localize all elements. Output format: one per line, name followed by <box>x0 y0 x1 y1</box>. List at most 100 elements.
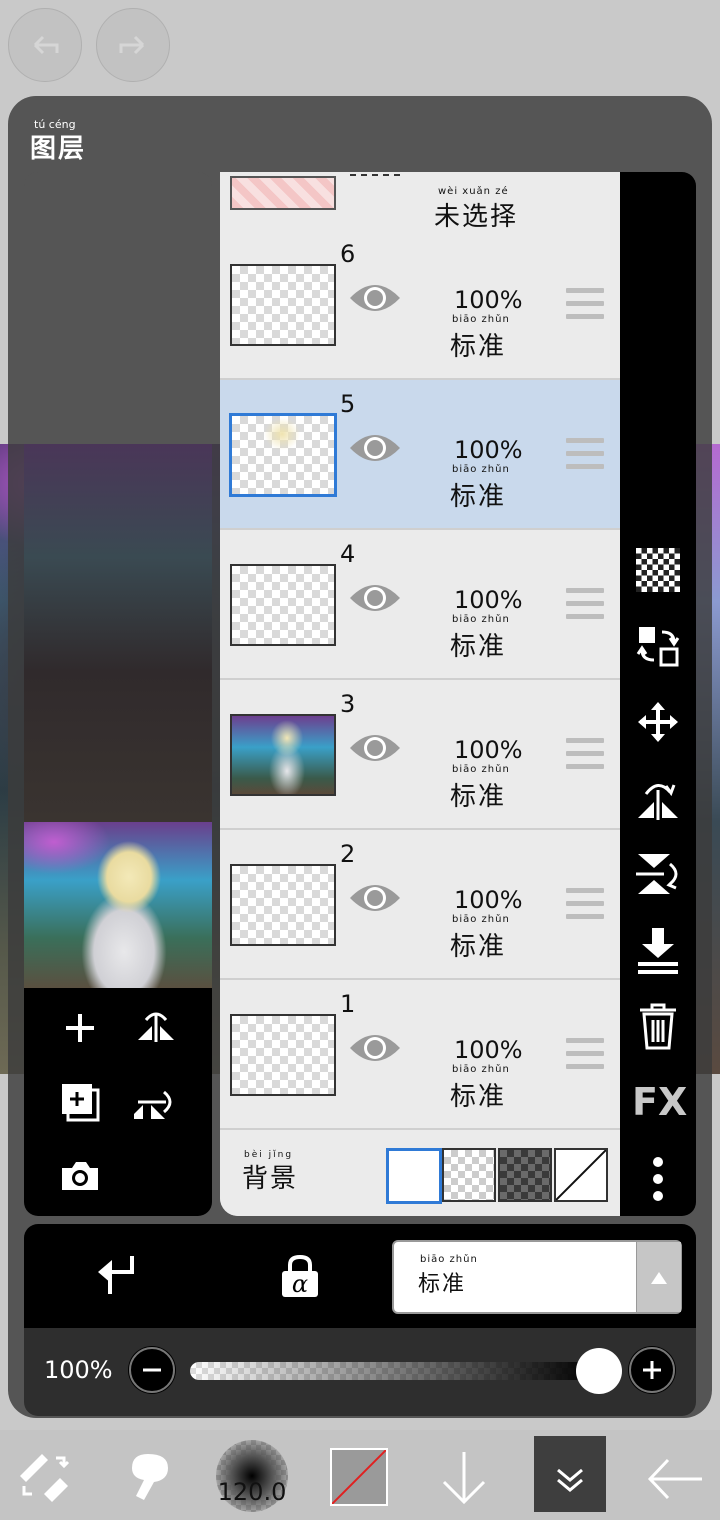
fx-button[interactable]: FX <box>632 1080 687 1124</box>
add-layer-icon[interactable] <box>62 1010 98 1046</box>
clipping-icon[interactable] <box>96 1254 136 1298</box>
layer-thumbnail <box>230 714 336 796</box>
layer-thumbnail <box>229 413 337 497</box>
blend-ruby: biāo zhǔn <box>452 464 510 475</box>
back-arrow-icon[interactable] <box>646 1456 704 1502</box>
eye-icon[interactable] <box>348 430 402 466</box>
layer-actions-panel <box>24 988 212 1216</box>
layer-thumbnail <box>230 564 336 646</box>
panel-title: 图层 <box>30 134 87 164</box>
blend-mode-select[interactable]: biāo zhǔn 标准 <box>392 1240 682 1314</box>
layer-row[interactable]: 1 100% biāo zhǔn 标准 <box>220 980 620 1130</box>
arrow-down-icon[interactable] <box>440 1450 488 1506</box>
drag-handle-icon[interactable] <box>566 288 604 320</box>
trash-icon[interactable] <box>638 1002 678 1050</box>
layer-opacity: 100% <box>454 886 523 914</box>
layer-number: 2 <box>340 840 356 868</box>
eye-icon[interactable] <box>348 580 402 616</box>
minus-icon <box>129 1347 175 1393</box>
layer-number: 6 <box>340 240 356 268</box>
background-label: 背景 <box>242 1164 299 1194</box>
blend-mode-value: 标准 <box>418 1272 467 1297</box>
duplicate-layer-icon[interactable] <box>58 1080 102 1124</box>
layer-blend-mode: 标准 <box>450 482 507 512</box>
redo-icon <box>119 35 145 55</box>
layer-thumbnail <box>230 864 336 946</box>
no-selection-label: 未选择 <box>434 202 519 232</box>
triangle-up-icon <box>651 1272 667 1284</box>
layer-opacity: 100% <box>454 586 523 614</box>
undo-icon <box>33 35 59 55</box>
undo-button[interactable] <box>8 8 82 82</box>
layer-opacity: 100% <box>454 736 523 764</box>
layer-row[interactable]: 6 100% biāo zhǔn 标准 <box>220 230 620 380</box>
redo-button[interactable] <box>96 8 170 82</box>
opacity-increase-button[interactable] <box>628 1346 676 1394</box>
eye-icon[interactable] <box>348 1030 402 1066</box>
layer-row[interactable]: 3 100% biāo zhǔn 标准 <box>220 680 620 830</box>
more-options-icon[interactable] <box>650 1156 666 1202</box>
merge-down-icon[interactable] <box>636 926 680 974</box>
layer-thumbnail <box>230 1014 336 1096</box>
brush-eraser-toggle-icon[interactable] <box>16 1450 72 1502</box>
smudge-tool-icon[interactable] <box>124 1450 172 1506</box>
background-transparent-option[interactable] <box>442 1148 496 1202</box>
canvas-thumbnail <box>24 822 212 988</box>
layer-thumbnail <box>230 176 336 210</box>
blend-ruby: biāo zhǔn <box>452 1064 510 1075</box>
no-color-slash-icon <box>332 1450 386 1504</box>
drag-handle-icon[interactable] <box>566 738 604 770</box>
background-none-option[interactable] <box>554 1148 608 1202</box>
drag-handle-icon[interactable] <box>566 1038 604 1070</box>
blend-ruby: biāo zhǔn <box>452 314 510 325</box>
background-dark-option[interactable] <box>498 1148 552 1202</box>
blend-ruby: biāo zhǔn <box>452 914 510 925</box>
layer-number: 1 <box>340 990 356 1018</box>
layer-opacity: 100% <box>454 1036 523 1064</box>
blend-mode-dropdown-button[interactable] <box>636 1242 681 1312</box>
selection-marker <box>350 174 400 179</box>
layer-blend-mode: 标准 <box>450 932 507 962</box>
layer-row[interactable]: 2 100% biāo zhǔn 标准 <box>220 830 620 980</box>
background-white-option[interactable] <box>386 1148 442 1204</box>
transparency-icon[interactable] <box>636 548 680 592</box>
flip-horizontal-icon[interactable] <box>634 774 682 822</box>
layer-opacity: 100% <box>454 286 523 314</box>
layer-blend-mode: 标准 <box>450 1082 507 1112</box>
alpha-lock-icon[interactable]: α <box>280 1254 320 1298</box>
drag-handle-icon[interactable] <box>566 588 604 620</box>
swap-layers-icon[interactable] <box>636 624 680 668</box>
eye-icon[interactable] <box>348 730 402 766</box>
layer-row[interactable]: 4 100% biāo zhǔn 标准 <box>220 530 620 680</box>
svg-text:α: α <box>292 1270 308 1298</box>
camera-icon[interactable] <box>58 1158 102 1194</box>
brush-size-button[interactable]: 120.0 <box>216 1440 288 1512</box>
layer-number: 5 <box>340 390 356 418</box>
drag-handle-icon[interactable] <box>566 888 604 920</box>
layer-row-selected[interactable]: 5 100% biāo zhǔn 标准 <box>220 380 620 530</box>
layers-panel-toggle-button[interactable] <box>534 1436 606 1512</box>
flip-vertical-icon[interactable] <box>134 1080 178 1124</box>
opacity-slider-track[interactable] <box>190 1362 594 1380</box>
layer-blend-mode: 标准 <box>450 632 507 662</box>
plus-icon <box>629 1347 675 1393</box>
eye-icon[interactable] <box>348 280 402 316</box>
blend-ruby: biāo zhǔn <box>452 614 510 625</box>
flip-horizontal-icon[interactable] <box>134 1006 178 1046</box>
layer-list[interactable]: wèi xuǎn zé 未选择 6 100% biāo zhǔn 标准 5 10… <box>220 172 620 1216</box>
eye-icon[interactable] <box>348 880 402 916</box>
layer-tools-sidebar <box>620 172 696 1216</box>
flip-vertical-icon[interactable] <box>634 850 682 898</box>
layer-number: 3 <box>340 690 356 718</box>
color-swatch[interactable] <box>330 1448 388 1506</box>
opacity-slider-thumb[interactable] <box>576 1348 622 1394</box>
brush-size-value: 120.0 <box>217 1478 287 1506</box>
layer-row-unselected-group[interactable]: wèi xuǎn zé 未选择 <box>220 172 620 232</box>
opacity-value: 100% <box>44 1356 113 1384</box>
canvas-preview-art <box>24 444 212 822</box>
opacity-decrease-button[interactable] <box>128 1346 176 1394</box>
move-icon[interactable] <box>636 700 680 744</box>
drag-handle-icon[interactable] <box>566 438 604 470</box>
layer-number: 4 <box>340 540 356 568</box>
layer-blend-mode: 标准 <box>450 782 507 812</box>
